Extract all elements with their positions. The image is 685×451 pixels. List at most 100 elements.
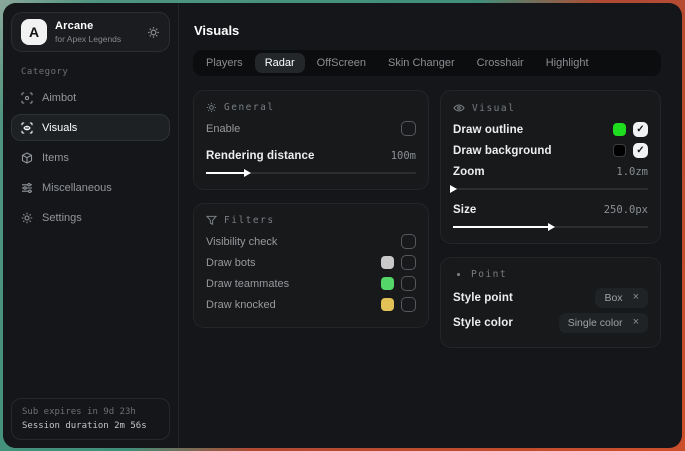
slider-track[interactable] (453, 188, 648, 190)
size-label: Size (453, 204, 476, 216)
slider-fill (453, 188, 454, 190)
sidebar-item-label: Aimbot (42, 92, 76, 104)
zoom-slider[interactable] (453, 184, 648, 193)
point-card: Point Style point Box × Style color (440, 257, 661, 348)
filters-card-title: Filters (224, 215, 275, 226)
slider-fill (206, 172, 248, 174)
filters-card-header: Filters (206, 213, 416, 226)
draw-teammates-label: Draw teammates (206, 278, 289, 290)
zoom-row: Zoom 1.0zm (453, 161, 648, 182)
right-column: Visual Draw outline ✓ Draw background (440, 90, 661, 348)
slider-fill (453, 226, 552, 228)
sidebar-item-label: Settings (42, 212, 82, 224)
general-card-title: General (224, 102, 275, 113)
visibility-check-checkbox[interactable] (401, 234, 416, 249)
subscription-status-card: Sub expires in 9d 23h Session duration 2… (11, 398, 170, 440)
sub-expires-text: Sub expires in 9d 23h (22, 407, 159, 417)
app-meta: Arcane for Apex Legends (55, 20, 121, 44)
draw-teammates-color-swatch[interactable] (381, 277, 394, 290)
style-color-chip[interactable]: Single color × (559, 313, 648, 333)
sidebar: A Arcane for Apex Legends Category (3, 3, 179, 448)
rendering-distance-row: Rendering distance 100m (206, 145, 416, 166)
funnel-icon (206, 215, 217, 226)
style-point-label: Style point (453, 292, 513, 304)
tab-crosshair[interactable]: Crosshair (467, 53, 534, 73)
app-name: Arcane (55, 20, 121, 32)
page-title: Visuals (194, 23, 661, 38)
eye-icon (453, 102, 465, 114)
slider-thumb[interactable] (244, 169, 251, 177)
point-card-header: Point (453, 267, 648, 280)
general-card: General Enable Rendering distance 100m (193, 90, 429, 190)
sidebar-item-settings[interactable]: Settings (11, 204, 170, 231)
sidebar-item-miscellaneous[interactable]: Miscellaneous (11, 174, 170, 201)
close-icon[interactable]: × (633, 317, 639, 328)
style-color-row: Style color Single color × (453, 310, 648, 335)
draw-background-row: Draw background ✓ (453, 140, 648, 161)
enable-row: Enable (206, 118, 416, 139)
sidebar-item-visuals[interactable]: Visuals (11, 114, 170, 141)
draw-knocked-checkbox[interactable] (401, 297, 416, 312)
settings-gear-icon (21, 212, 33, 224)
draw-outline-color-swatch[interactable] (613, 123, 626, 136)
desktop-background: A Arcane for Apex Legends Category (0, 0, 685, 451)
tab-skin-changer[interactable]: Skin Changer (378, 53, 465, 73)
draw-background-label: Draw background (453, 145, 552, 157)
enable-checkbox[interactable] (401, 121, 416, 136)
sidebar-item-label: Miscellaneous (42, 182, 112, 194)
sidebar-item-items[interactable]: Items (11, 144, 170, 171)
draw-outline-controls: ✓ (613, 122, 648, 137)
close-icon[interactable]: × (633, 292, 639, 303)
filters-card: Filters Visibility check Draw bots (193, 203, 429, 328)
sidebar-nav: Aimbot Visuals Items (3, 84, 178, 231)
style-point-chip[interactable]: Box × (595, 288, 648, 308)
zoom-label: Zoom (453, 166, 485, 178)
size-row: Size 250.0px (453, 199, 648, 220)
app-header-card: A Arcane for Apex Legends (11, 12, 170, 52)
box-icon (21, 152, 33, 164)
tab-offscreen[interactable]: OffScreen (307, 53, 376, 73)
draw-background-controls: ✓ (613, 143, 648, 158)
slider-thumb[interactable] (548, 223, 555, 231)
session-duration-text: Session duration 2m 56s (22, 421, 159, 431)
visibility-check-label: Visibility check (206, 236, 277, 248)
draw-bots-color-swatch[interactable] (381, 256, 394, 269)
draw-background-color-swatch[interactable] (613, 144, 626, 157)
crosshair-icon (21, 92, 33, 104)
draw-knocked-row: Draw knocked (206, 294, 416, 315)
visibility-check-row: Visibility check (206, 231, 416, 252)
draw-knocked-label: Draw knocked (206, 299, 276, 311)
draw-background-checkbox[interactable]: ✓ (633, 143, 648, 158)
dot-icon (453, 269, 464, 280)
sliders-icon (21, 182, 33, 194)
draw-bots-checkbox[interactable] (401, 255, 416, 270)
draw-knocked-controls (381, 297, 416, 312)
draw-outline-checkbox[interactable]: ✓ (633, 122, 648, 137)
draw-bots-label: Draw bots (206, 257, 256, 269)
style-color-value: Single color (568, 317, 623, 329)
point-card-title: Point (471, 269, 507, 280)
style-color-label: Style color (453, 317, 513, 329)
slider-thumb[interactable] (450, 185, 457, 193)
draw-knocked-color-swatch[interactable] (381, 298, 394, 311)
sidebar-item-label: Items (42, 152, 69, 164)
style-point-value: Box (604, 292, 622, 304)
style-point-row: Style point Box × (453, 285, 648, 310)
left-column: General Enable Rendering distance 100m (193, 90, 429, 328)
tab-highlight[interactable]: Highlight (536, 53, 599, 73)
main-content: Visuals Players Radar OffScreen Skin Cha… (179, 3, 682, 448)
tab-bar: Players Radar OffScreen Skin Changer Cro… (193, 50, 661, 76)
sidebar-item-aimbot[interactable]: Aimbot (11, 84, 170, 111)
eye-scan-icon (21, 122, 33, 134)
gear-icon[interactable] (147, 26, 160, 39)
tab-radar[interactable]: Radar (255, 53, 305, 73)
rendering-distance-value: 100m (391, 150, 416, 162)
tab-players[interactable]: Players (196, 53, 253, 73)
size-slider[interactable] (453, 222, 648, 231)
app-window: A Arcane for Apex Legends Category (3, 3, 682, 448)
draw-outline-label: Draw outline (453, 124, 523, 136)
draw-bots-row: Draw bots (206, 252, 416, 273)
draw-teammates-checkbox[interactable] (401, 276, 416, 291)
visual-card: Visual Draw outline ✓ Draw background (440, 90, 661, 244)
rendering-distance-slider[interactable] (206, 168, 416, 177)
